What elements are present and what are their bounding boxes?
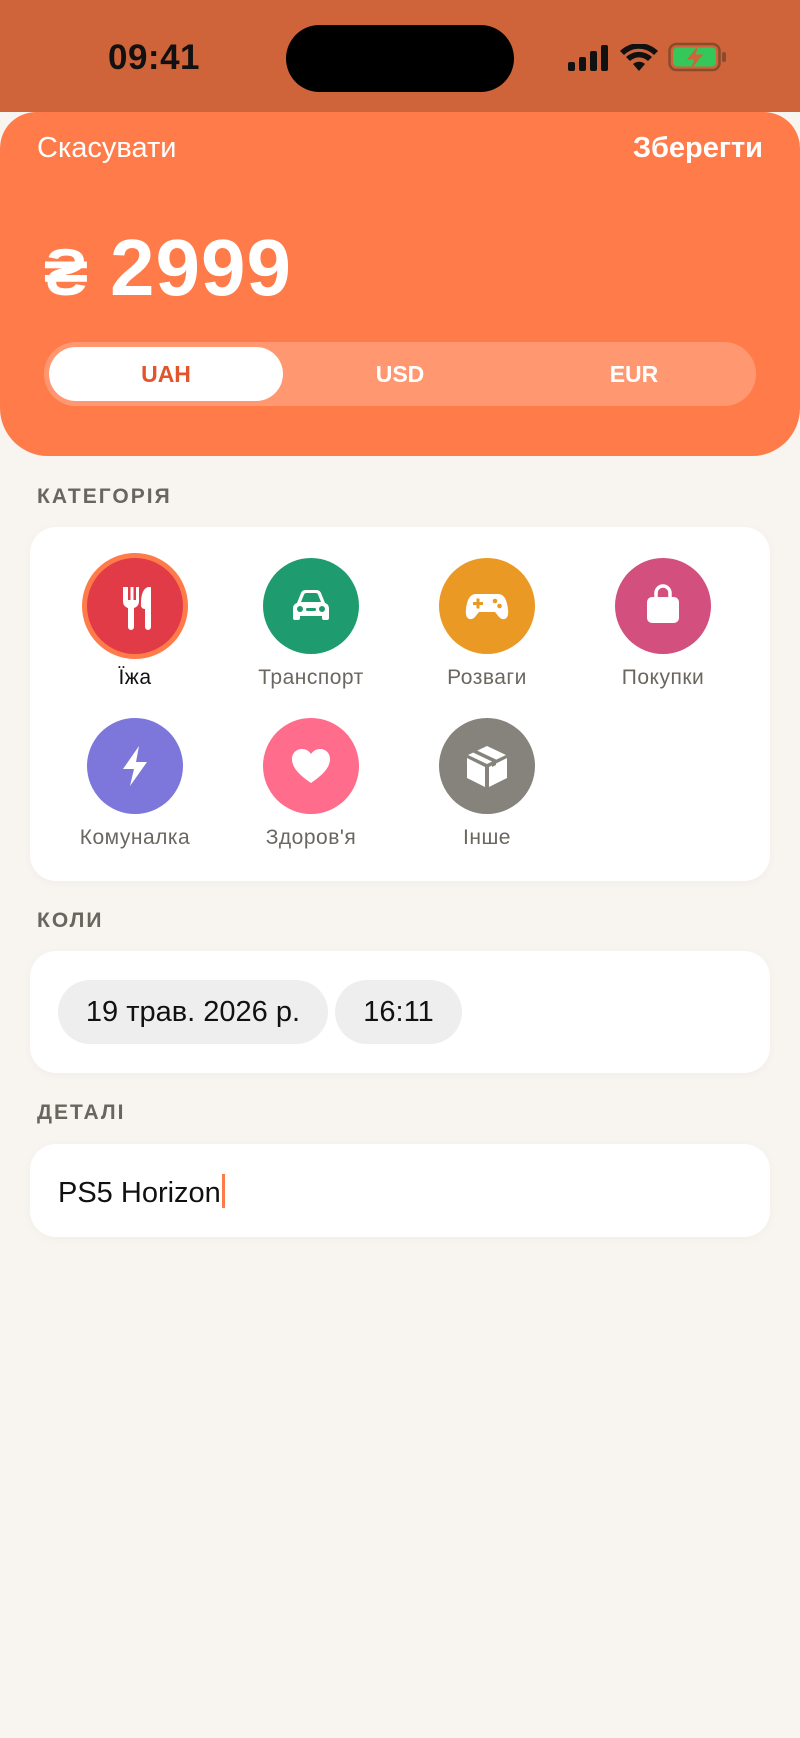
when-card: 19 трав. 2026 р. 16:11 bbox=[30, 951, 770, 1073]
currency-selector: UAH USD EUR bbox=[44, 342, 756, 406]
category-circle bbox=[615, 558, 711, 654]
date-picker-button[interactable]: 19 трав. 2026 р. bbox=[58, 980, 328, 1044]
category-entertainment[interactable]: Розваги bbox=[399, 558, 575, 690]
category-label: Здоров'я bbox=[265, 826, 357, 849]
details-input-text: PS5 Horizon bbox=[58, 1174, 225, 1210]
car-icon bbox=[293, 590, 329, 620]
cancel-button[interactable]: Скасувати bbox=[37, 132, 176, 165]
category-label: Інше bbox=[463, 826, 511, 849]
category-label: Комуналка bbox=[79, 826, 191, 849]
status-time: 09:41 bbox=[108, 38, 201, 77]
category-label: Транспорт bbox=[258, 666, 364, 689]
fork-knife-icon bbox=[123, 587, 151, 630]
details-value: PS5 Horizon bbox=[58, 1177, 221, 1209]
category-label: Їжа bbox=[118, 666, 152, 689]
amount-header: Скасувати Зберегти ₴ 2999 UAH USD EUR bbox=[0, 112, 800, 456]
cellular-signal-icon bbox=[568, 45, 608, 71]
category-circle bbox=[263, 718, 359, 814]
heart-icon bbox=[292, 749, 330, 783]
dynamic-island bbox=[286, 25, 514, 92]
category-section-label: КАТЕГОРІЯ bbox=[37, 485, 172, 508]
gamepad-icon bbox=[465, 594, 509, 620]
currency-option-usd[interactable]: USD bbox=[283, 347, 517, 401]
category-shopping[interactable]: Покупки bbox=[575, 558, 751, 690]
currency-symbol: ₴ bbox=[44, 235, 89, 309]
lightning-icon bbox=[123, 746, 147, 786]
category-circle bbox=[439, 718, 535, 814]
category-circle bbox=[87, 558, 183, 654]
save-button[interactable]: Зберегти bbox=[633, 132, 763, 165]
category-card: Їжа Транспорт Розваги Покупки Комуналка … bbox=[30, 527, 770, 881]
time-picker-button[interactable]: 16:11 bbox=[335, 980, 462, 1044]
currency-option-eur[interactable]: EUR bbox=[517, 347, 751, 401]
when-section-label: КОЛИ bbox=[37, 909, 104, 932]
box-icon bbox=[467, 746, 507, 787]
shopping-bag-icon bbox=[647, 584, 679, 623]
category-circle bbox=[439, 558, 535, 654]
details-input-field[interactable]: PS5 Horizon bbox=[30, 1144, 770, 1237]
text-cursor bbox=[221, 1174, 225, 1208]
battery-charging-icon bbox=[668, 42, 726, 72]
status-bar: 09:41 bbox=[0, 0, 800, 112]
category-food[interactable]: Їжа bbox=[47, 558, 223, 690]
amount-value: 2999 bbox=[110, 223, 292, 312]
category-health[interactable]: Здоров'я bbox=[223, 718, 399, 850]
category-transport[interactable]: Транспорт bbox=[223, 558, 399, 690]
add-expense-sheet: Скасувати Зберегти ₴ 2999 UAH USD EUR КА… bbox=[0, 112, 800, 1738]
details-section-label: ДЕТАЛІ bbox=[37, 1101, 126, 1124]
category-label: Покупки bbox=[621, 666, 705, 689]
category-utilities[interactable]: Комуналка bbox=[47, 718, 223, 850]
category-other[interactable]: Інше bbox=[399, 718, 575, 850]
category-label: Розваги bbox=[447, 666, 527, 689]
category-circle bbox=[87, 718, 183, 814]
currency-option-uah[interactable]: UAH bbox=[49, 347, 283, 401]
category-circle bbox=[263, 558, 359, 654]
amount-display[interactable]: ₴ 2999 bbox=[44, 222, 292, 314]
wifi-icon bbox=[620, 44, 658, 71]
